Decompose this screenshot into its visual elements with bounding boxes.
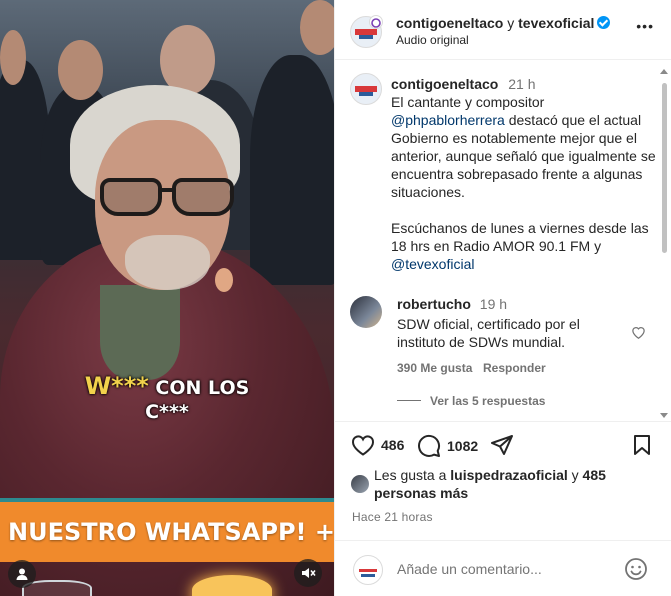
like-action: 486 — [351, 434, 404, 456]
post-timestamp[interactable]: Hace 21 horas — [352, 510, 433, 524]
add-comment-bar — [335, 540, 671, 596]
heart-icon[interactable] — [351, 434, 375, 456]
collaborator-username[interactable]: tevexoficial — [518, 15, 594, 31]
commenter-username[interactable]: robertucho — [397, 296, 471, 312]
comment-meta: robertucho 19 h — [397, 296, 507, 312]
caption-author[interactable]: contigoeneltaco — [391, 76, 498, 92]
comments-section[interactable]: contigoeneltaco 21 h El cantante y compo… — [335, 61, 671, 421]
liked-by: Les gusta a luispedrazaoficial y 485 per… — [351, 466, 661, 502]
emoji-button[interactable] — [624, 557, 648, 586]
comment-time: 19 h — [479, 296, 508, 312]
background-person-head — [160, 25, 215, 95]
background-person — [250, 55, 334, 285]
comment-count[interactable]: 1082 — [447, 438, 478, 454]
author-username[interactable]: contigoeneltaco — [396, 15, 503, 31]
whatsapp-banner: NUESTRO WHATSAPP! +5 — [0, 498, 334, 562]
reply-button[interactable]: Responder — [483, 361, 546, 375]
scroll-down-icon[interactable] — [660, 413, 668, 418]
comment-text: SDW oficial, certificado por el institut… — [397, 316, 580, 350]
comment-icon[interactable] — [417, 434, 441, 458]
user-icon — [16, 568, 28, 580]
background-person-head — [58, 40, 103, 100]
view-replies-button[interactable]: Ver las 5 respuestas — [430, 394, 545, 408]
save-button[interactable] — [632, 434, 652, 456]
speaker-muted-icon — [302, 568, 316, 578]
video-caption: W*** CON LOS C*** — [0, 374, 334, 424]
post-actions: 486 1082 — [335, 421, 671, 471]
comment-action: 1082 — [417, 434, 478, 458]
comments-scrollbar[interactable] — [659, 69, 669, 419]
audio-label[interactable]: Audio original — [396, 33, 469, 47]
mention-link[interactable]: @tevexoficial — [391, 256, 474, 272]
caption-text-1: El cantante y compositor — [391, 94, 545, 110]
heart-outline-icon — [632, 327, 645, 340]
scroll-up-icon[interactable] — [660, 69, 668, 74]
caption-text-3: Escúchanos de lunes a viernes desde las … — [391, 220, 649, 254]
mention-link[interactable]: @phpablorherrera — [391, 112, 505, 128]
caption-time: 21 h — [508, 76, 536, 92]
speaker-beard — [125, 235, 210, 290]
send-icon — [491, 435, 513, 455]
post-header: contigoeneltaco y tevexoficial Audio ori… — [335, 0, 671, 60]
glasses-left-lens — [100, 178, 162, 216]
caption-author-avatar[interactable] — [350, 73, 382, 105]
glasses-right-lens — [172, 178, 234, 216]
header-connector: y — [507, 15, 515, 31]
caption-highlight-word: W*** — [84, 372, 149, 400]
comment-like-button[interactable] — [631, 325, 646, 344]
replies-divider — [397, 400, 421, 401]
more-options-icon[interactable]: ••• — [636, 18, 654, 34]
scroll-thumb[interactable] — [662, 83, 667, 253]
caption-word: CON LOS — [148, 377, 250, 399]
tagged-users-button[interactable] — [8, 560, 36, 588]
caption-line-2: C*** — [145, 401, 189, 423]
background-person-head — [0, 30, 26, 85]
post-caption: contigoeneltaco 21 h El cantante y compo… — [391, 75, 656, 273]
likes-and: y — [567, 467, 583, 483]
commenter-avatar[interactable] — [350, 296, 382, 328]
comment-input[interactable] — [397, 558, 617, 580]
speaker-shirt — [100, 285, 180, 380]
header-names: contigoeneltaco y tevexoficial — [396, 14, 611, 32]
collaborator-avatar[interactable] — [369, 15, 383, 29]
liker-username[interactable]: luispedrazaoficial — [450, 467, 567, 483]
current-user-avatar — [353, 555, 383, 585]
like-count[interactable]: 486 — [381, 437, 404, 453]
emoji-icon — [625, 558, 647, 580]
mute-button[interactable] — [294, 559, 322, 587]
bookmark-icon — [634, 435, 650, 455]
post-details-panel: contigoeneltaco y tevexoficial Audio ori… — [334, 0, 671, 596]
headset-microphone — [215, 268, 233, 292]
background-person-head — [300, 0, 334, 55]
comment-likes[interactable]: 390 Me gusta — [397, 361, 472, 375]
share-button[interactable] — [490, 434, 514, 456]
likes-prefix: Les gusta a — [374, 467, 451, 483]
reel-video[interactable]: W*** CON LOS C*** NUESTRO WHATSAPP! +5 — [0, 0, 334, 596]
verified-badge-icon — [597, 16, 611, 29]
tevex-logo-icon — [371, 18, 381, 28]
glasses-bridge — [158, 188, 174, 192]
